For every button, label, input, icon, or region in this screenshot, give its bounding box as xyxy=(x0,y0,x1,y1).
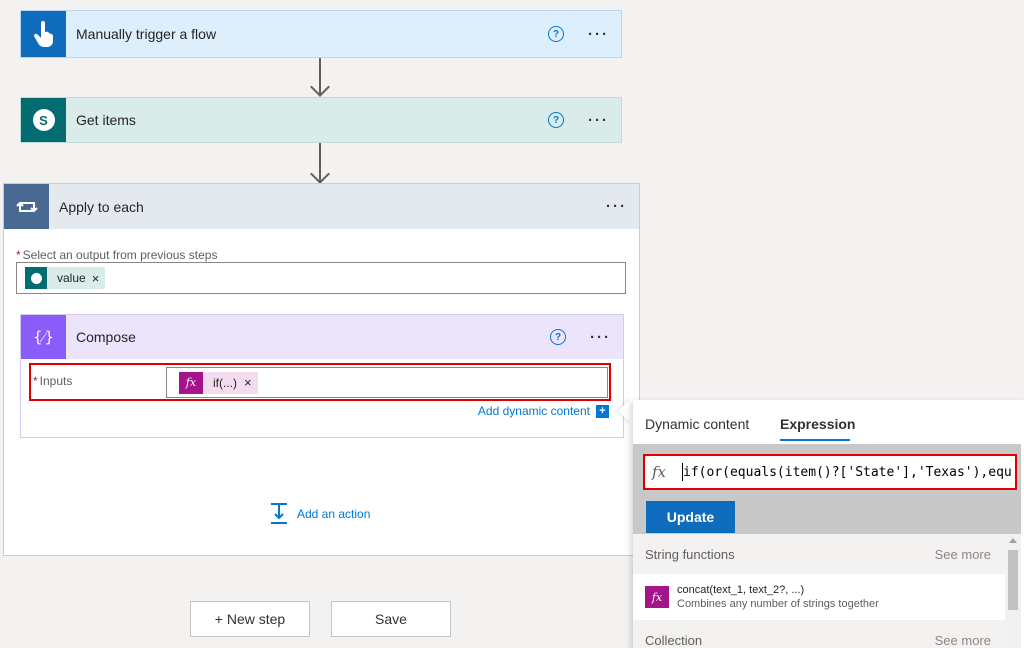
panel-tabs: Dynamic content Expression xyxy=(633,400,1024,444)
remove-token-icon[interactable]: × xyxy=(244,375,252,390)
see-more-link[interactable]: See more xyxy=(935,547,991,562)
tab-expression[interactable]: Expression xyxy=(780,416,855,432)
help-icon[interactable]: ? xyxy=(548,26,564,42)
get-items-title: Get items xyxy=(76,112,136,128)
inputs-field[interactable]: fx if(...) × xyxy=(166,367,608,398)
help-icon[interactable]: ? xyxy=(548,112,564,128)
update-button[interactable]: Update xyxy=(646,501,735,533)
expression-panel: Dynamic content Expression fx if(or(equa… xyxy=(633,400,1024,648)
scrollbar[interactable] xyxy=(1005,534,1021,648)
function-description: Combines any number of strings together xyxy=(677,598,879,610)
inputs-label: * Inputs xyxy=(33,374,73,388)
add-dynamic-icon: + xyxy=(596,404,609,418)
expression-input[interactable]: fx if(or(equals(item()?['State'],'Texas'… xyxy=(646,457,1014,487)
expression-token[interactable]: fx if(...) × xyxy=(179,371,258,394)
fx-icon: fx xyxy=(645,586,669,608)
scrollbar-thumb[interactable] xyxy=(1008,550,1018,610)
function-item-concat[interactable]: fx concat(text_1, text_2?, ...) Combines… xyxy=(633,574,1005,620)
sharepoint-icon xyxy=(25,267,47,289)
fx-icon: fx xyxy=(652,463,667,481)
active-tab-underline xyxy=(780,439,850,441)
sharepoint-icon: S xyxy=(21,98,66,142)
value-token-label: value xyxy=(57,271,86,285)
save-button[interactable]: Save xyxy=(331,601,451,637)
more-options-icon[interactable]: ··· xyxy=(606,198,627,215)
functions-list: String functions See more fx concat(text… xyxy=(633,534,1005,648)
add-action-link[interactable]: Add an action xyxy=(269,502,370,526)
remove-token-icon[interactable]: × xyxy=(92,271,100,286)
compose-card[interactable]: {⁄} Compose ? ··· * Inputs fx if(...) × A… xyxy=(20,314,624,438)
apply-to-each-title: Apply to each xyxy=(59,198,144,215)
see-more-link[interactable]: See more xyxy=(935,633,991,648)
more-options-icon[interactable]: ··· xyxy=(588,112,609,129)
loop-icon xyxy=(4,184,49,229)
expression-token-label: if(...) xyxy=(213,375,237,390)
value-token[interactable]: value × xyxy=(25,267,106,289)
sharepoint-letter: S xyxy=(39,112,48,128)
function-name: concat(text_1, text_2?, ...) xyxy=(677,584,805,596)
compose-icon: {⁄} xyxy=(21,315,66,359)
section-header-collection: Collection See more xyxy=(633,620,1005,648)
add-dynamic-content-link[interactable]: Add dynamic content + xyxy=(478,404,609,418)
scroll-up-icon[interactable] xyxy=(1009,538,1017,543)
new-step-button[interactable]: + New step xyxy=(190,601,310,637)
help-icon[interactable]: ? xyxy=(550,329,566,345)
fx-icon: fx xyxy=(179,371,203,394)
select-output-label: * Select an output from previous steps xyxy=(16,248,218,262)
trigger-card[interactable]: Manually trigger a flow ? ··· xyxy=(20,10,622,58)
expression-area: fx if(or(equals(item()?['State'],'Texas'… xyxy=(633,444,1021,534)
apply-to-each-card[interactable]: Apply to each ··· * Select an output from… xyxy=(3,183,640,556)
more-options-icon[interactable]: ··· xyxy=(588,26,609,43)
expression-text: if(or(equals(item()?['State'],'Texas'),e… xyxy=(683,464,1012,480)
tab-dynamic-content[interactable]: Dynamic content xyxy=(645,416,749,432)
connector-arrow xyxy=(310,143,330,185)
compose-title: Compose xyxy=(76,329,136,345)
select-output-field[interactable]: value × xyxy=(16,262,626,294)
touch-icon xyxy=(21,11,66,57)
trigger-title: Manually trigger a flow xyxy=(76,26,217,42)
connector-arrow xyxy=(310,58,330,98)
section-header-string-functions: String functions See more xyxy=(633,534,1005,574)
get-items-card[interactable]: S Get items ? ··· xyxy=(20,97,622,143)
add-action-icon xyxy=(269,502,289,526)
more-options-icon[interactable]: ··· xyxy=(590,329,611,346)
